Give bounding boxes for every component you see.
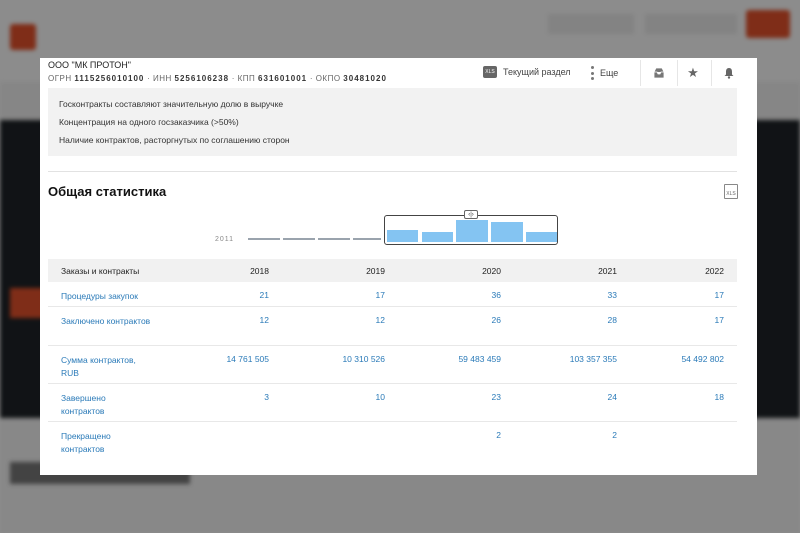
year-header: 2020 [482,266,501,276]
divider [677,60,678,86]
timeline-bar [422,232,453,242]
okpo-label: ОКПО [315,74,341,83]
more-button[interactable]: Еще [590,66,618,80]
timeline-start-year: 2011 [215,236,235,243]
cell-value[interactable]: 103 357 355 [527,354,617,364]
risk-item: Наличие контрактов, расторгнутых по согл… [59,135,290,145]
cell-value[interactable]: 2 [527,430,617,440]
timeline-drag-handle[interactable]: ‹|› [464,210,478,219]
star-icon[interactable]: ★ [683,63,703,83]
kpp-label: КПП [237,74,256,83]
table-row: Заключено контрактов 12 12 26 28 17 [48,307,737,346]
cell-value[interactable]: 59 483 459 [411,354,501,364]
row-label-link[interactable]: Заключено контрактов [61,315,151,328]
risk-factors-box: Госконтракты составляют значительную дол… [48,88,737,156]
table-row: Прекращено контрактов 2 2 [48,422,737,461]
timeline-segment [353,238,381,240]
row-label-link[interactable]: Завершено контрактов [61,392,151,418]
row-label-link[interactable]: Сумма контрактов, RUB [61,354,151,380]
timeline-bar [491,222,523,242]
contracts-table: Заказы и контракты 2018 2019 2020 2021 2… [48,259,737,461]
cell-value[interactable]: 17 [634,315,724,325]
cell-value[interactable]: 17 [634,290,724,300]
column-header: Заказы и контракты [61,266,140,276]
cell-value[interactable]: 14 761 505 [179,354,269,364]
cell-value[interactable]: 2 [411,430,501,440]
table-header: Заказы и контракты 2018 2019 2020 2021 2… [48,259,737,282]
year-header: 2019 [366,266,385,276]
company-name: ООО "МК ПРОТОН" [48,60,131,70]
more-label: Еще [600,68,619,78]
bell-icon[interactable] [719,63,739,83]
table-row: Процедуры закупок 21 17 36 33 17 [48,282,737,307]
cell-value[interactable]: 24 [527,392,617,402]
cell-value[interactable]: 10 [295,392,385,402]
year-header: 2021 [598,266,617,276]
okpo-value: 30481020 [343,74,387,83]
cell-value[interactable]: 12 [295,315,385,325]
more-dots-icon [590,66,594,80]
cell-value[interactable]: 12 [179,315,269,325]
cell-value[interactable]: 17 [295,290,385,300]
cell-value[interactable]: 23 [411,392,501,402]
table-row: Завершено контрактов 3 10 23 24 18 [48,384,737,422]
cell-value[interactable]: 54 492 802 [634,354,724,364]
ogrn-value: 1115256010100 [74,74,145,83]
row-label-link[interactable]: Процедуры закупок [61,290,151,303]
cell-value[interactable]: 3 [179,392,269,402]
cell-value[interactable]: 21 [179,290,269,300]
inn-value: 5256106238 [174,74,230,83]
timeline-bar [456,220,488,242]
export-xls-icon[interactable]: XLS [724,184,738,199]
timeline-segment [283,238,315,240]
table-row: Сумма контрактов, RUB 14 761 505 10 310 … [48,346,737,384]
modal-header: ООО "МК ПРОТОН" ОГРН 1115256010100 · ИНН… [40,58,757,88]
timeline-bar [526,232,557,242]
export-xls-label: XLS [726,191,736,197]
cell-value[interactable]: 26 [411,315,501,325]
timeline-bar [387,230,418,242]
xls-icon: XLS [483,66,497,78]
company-identifiers: ОГРН 1115256010100 · ИНН 5256106238 · КП… [48,74,387,83]
timeline-segment [248,238,280,240]
year-header: 2018 [250,266,269,276]
section-divider [48,171,737,172]
cell-value[interactable]: 36 [411,290,501,300]
risk-item: Концентрация на одного госзаказчика (>50… [59,117,239,127]
cell-value[interactable]: 10 310 526 [295,354,385,364]
divider [711,60,712,86]
inbox-icon[interactable] [649,63,669,83]
risk-item: Госконтракты составляют значительную дол… [59,99,284,109]
cell-value[interactable]: 18 [634,392,724,402]
kpp-value: 631601001 [258,74,308,83]
section-title: Общая статистика [48,184,167,199]
company-modal: ООО "МК ПРОТОН" ОГРН 1115256010100 · ИНН… [40,58,757,475]
timeline-window[interactable]: ‹|› [384,210,558,245]
cell-value[interactable]: 28 [527,315,617,325]
year-timeline[interactable]: 2011 ‹|› [40,208,757,248]
year-header: 2022 [705,266,724,276]
current-section-label: Текущий раздел [503,67,571,77]
cell-value[interactable]: 33 [527,290,617,300]
ogrn-label: ОГРН [48,74,72,83]
inn-label: ИНН [152,74,172,83]
row-label-link[interactable]: Прекращено контрактов [61,430,151,456]
current-section-button[interactable]: XLS Текущий раздел [483,66,571,78]
divider [640,60,641,86]
timeline-segment [318,238,350,240]
